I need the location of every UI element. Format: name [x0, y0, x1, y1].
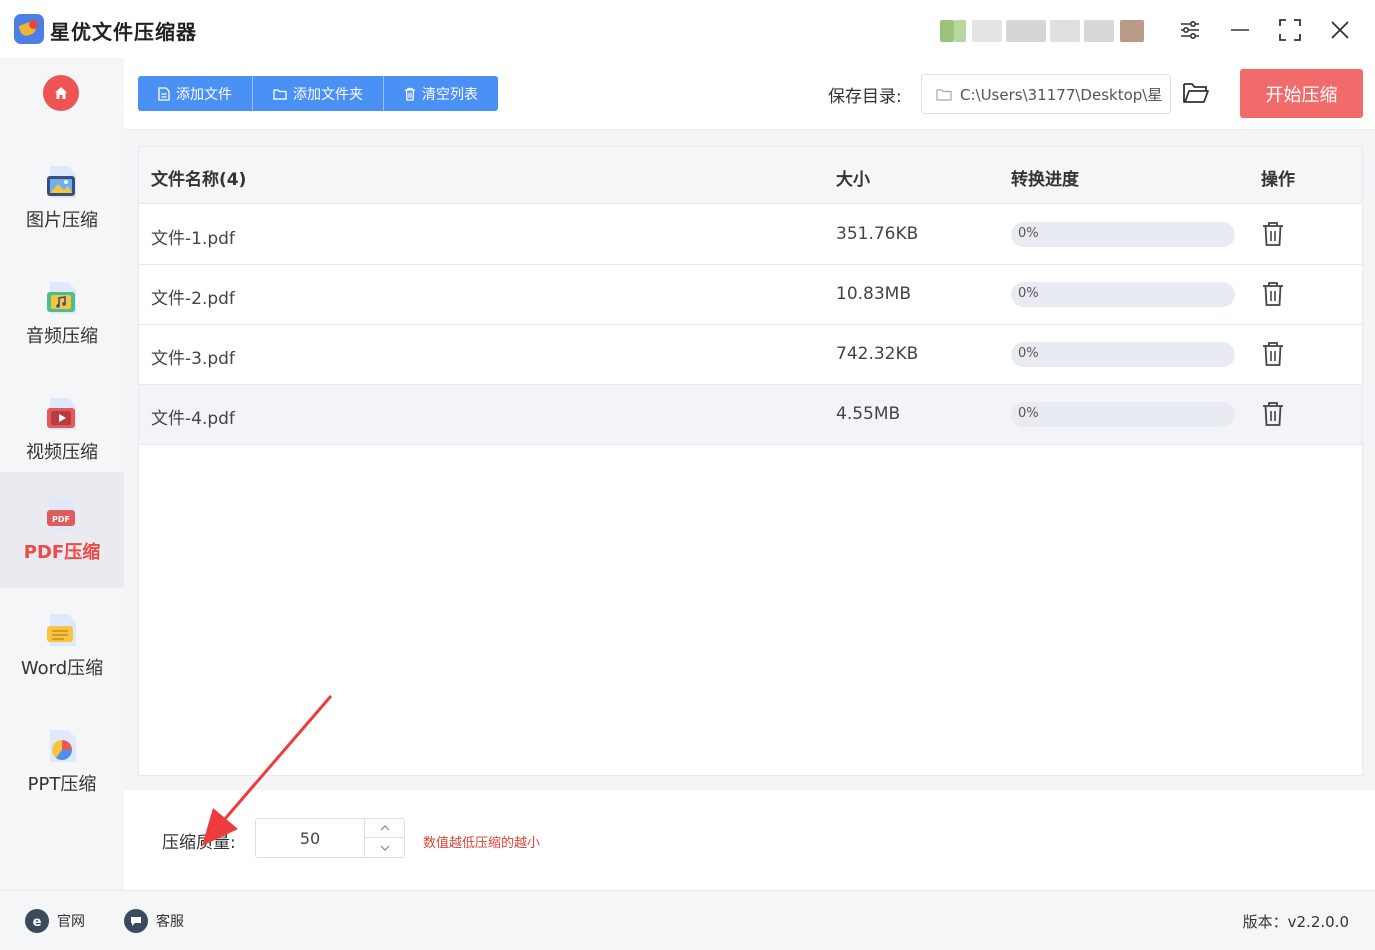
file-icon [158, 86, 170, 101]
add-folder-button[interactable]: 添加文件夹 [253, 76, 384, 111]
file-size: 4.55MB [836, 404, 901, 424]
sidebar-item-label: PPT压缩 [27, 774, 97, 795]
open-folder-icon [1183, 83, 1209, 103]
trash-icon [405, 87, 415, 101]
svg-text:e: e [33, 915, 42, 928]
column-header-progress: 转换进度 [1011, 170, 1079, 190]
progress-bar: 0% [1011, 342, 1235, 367]
file-name: 文件-4.pdf [151, 409, 235, 429]
file-name: 文件-1.pdf [151, 229, 235, 249]
delete-icon[interactable] [1261, 341, 1285, 367]
maximize-icon[interactable] [1274, 14, 1306, 46]
save-directory-field[interactable]: C:\Users\31177\Desktop\星 [921, 74, 1171, 114]
progress-text: 0% [1018, 406, 1039, 421]
file-name: 文件-3.pdf [151, 349, 235, 369]
table-row[interactable]: 文件-3.pdf 742.32KB 0% [139, 325, 1362, 385]
delete-icon[interactable] [1261, 221, 1285, 247]
folder-icon [273, 88, 287, 100]
sidebar-item-label: Word压缩 [20, 658, 104, 679]
clear-list-label: 清空列表 [422, 86, 478, 103]
user-avatar-blurred[interactable] [932, 14, 1154, 48]
image-compress-icon [47, 166, 76, 198]
progress-bar: 0% [1011, 222, 1235, 247]
ie-icon: e [25, 909, 49, 933]
progress-bar: 0% [1011, 402, 1235, 427]
add-file-button[interactable]: 添加文件 [138, 76, 253, 111]
table-row[interactable]: 文件-4.pdf 4.55MB 0% [139, 385, 1362, 445]
title-bar: 星优文件压缩器 [0, 0, 1375, 58]
support-label: 客服 [156, 914, 184, 930]
sidebar-item-pdf-compress[interactable]: PDF PDF压缩 [0, 472, 124, 588]
add-folder-label: 添加文件夹 [293, 86, 363, 103]
add-file-label: 添加文件 [176, 86, 232, 103]
clear-list-button[interactable]: 清空列表 [384, 76, 498, 111]
settings-sliders-icon[interactable] [1174, 14, 1206, 46]
progress-text: 0% [1018, 226, 1039, 241]
chevron-up-icon [380, 825, 390, 831]
progress-text: 0% [1018, 346, 1039, 361]
file-size: 10.83MB [836, 284, 911, 304]
chat-icon [124, 909, 148, 933]
sidebar-item-video-compress[interactable]: 视频压缩 [0, 372, 124, 488]
progress-bar: 0% [1011, 282, 1235, 307]
open-folder-button[interactable] [1182, 80, 1212, 110]
save-directory-label: 保存目录: [828, 87, 902, 107]
column-header-name: 文件名称(4) [151, 170, 247, 190]
sidebar-item-ppt-compress[interactable]: PPT压缩 [0, 704, 124, 820]
toolbar: 添加文件 添加文件夹 清空列表 保存目录: C:\Users\31177\Des… [124, 58, 1375, 130]
sidebar-item-image-compress[interactable]: 图片压缩 [0, 140, 124, 256]
sidebar-item-label: 视频压缩 [26, 442, 98, 463]
column-header-action: 操作 [1261, 170, 1295, 190]
pdf-compress-icon: PDF [47, 498, 76, 530]
stepper-controls [364, 819, 405, 857]
file-actions: 添加文件 添加文件夹 清空列表 [138, 76, 498, 111]
video-compress-icon [47, 398, 76, 430]
annotation-arrow-icon [202, 695, 333, 846]
progress-text: 0% [1018, 286, 1039, 301]
footer: e 官网 客服 版本：v2.2.0.0 [0, 890, 1375, 950]
increment-button[interactable] [365, 819, 405, 838]
home-button[interactable] [43, 75, 79, 111]
sidebar: 图片压缩 音频压缩 视频压缩 PDF PDF压缩 Word压缩 PPT压缩 [0, 58, 124, 890]
home-icon [55, 87, 67, 99]
close-icon[interactable] [1324, 14, 1356, 46]
table-row[interactable]: 文件-1.pdf 351.76KB 0% [139, 205, 1362, 265]
file-table: 文件名称(4) 大小 转换进度 操作 文件-1.pdf 351.76KB 0% … [138, 146, 1363, 776]
website-label: 官网 [57, 914, 85, 930]
minimize-icon[interactable] [1224, 14, 1256, 46]
version-text: 版本：v2.2.0.0 [1242, 913, 1349, 931]
sidebar-item-label: 音频压缩 [26, 326, 98, 347]
file-name: 文件-2.pdf [151, 289, 235, 309]
sidebar-item-audio-compress[interactable]: 音频压缩 [0, 256, 124, 372]
table-row[interactable]: 文件-2.pdf 10.83MB 0% [139, 265, 1362, 325]
decrement-button[interactable] [365, 838, 405, 857]
support-link[interactable]: 客服 [124, 909, 184, 933]
delete-icon[interactable] [1261, 281, 1285, 307]
folder-outline-icon [936, 88, 952, 101]
sidebar-item-word-compress[interactable]: Word压缩 [0, 588, 124, 704]
website-link[interactable]: e 官网 [25, 909, 85, 933]
sidebar-item-label: 图片压缩 [26, 210, 98, 231]
app-logo [14, 14, 44, 44]
start-compress-button[interactable]: 开始压缩 [1240, 69, 1363, 118]
column-header-size: 大小 [836, 170, 870, 190]
svg-text:PDF: PDF [52, 515, 70, 524]
chevron-down-icon [380, 845, 390, 851]
file-size: 351.76KB [836, 224, 919, 244]
file-size: 742.32KB [836, 344, 919, 364]
delete-icon[interactable] [1261, 401, 1285, 427]
ppt-compress-icon [50, 730, 76, 762]
sidebar-item-label: PDF压缩 [23, 542, 101, 563]
app-title: 星优文件压缩器 [50, 20, 197, 44]
save-directory-value: C:\Users\31177\Desktop\星 [960, 85, 1163, 104]
word-compress-icon [47, 614, 76, 646]
table-header: 文件名称(4) 大小 转换进度 操作 [139, 147, 1362, 204]
quality-hint: 数值越低压缩的越小 [423, 836, 541, 851]
audio-compress-icon [47, 282, 76, 314]
